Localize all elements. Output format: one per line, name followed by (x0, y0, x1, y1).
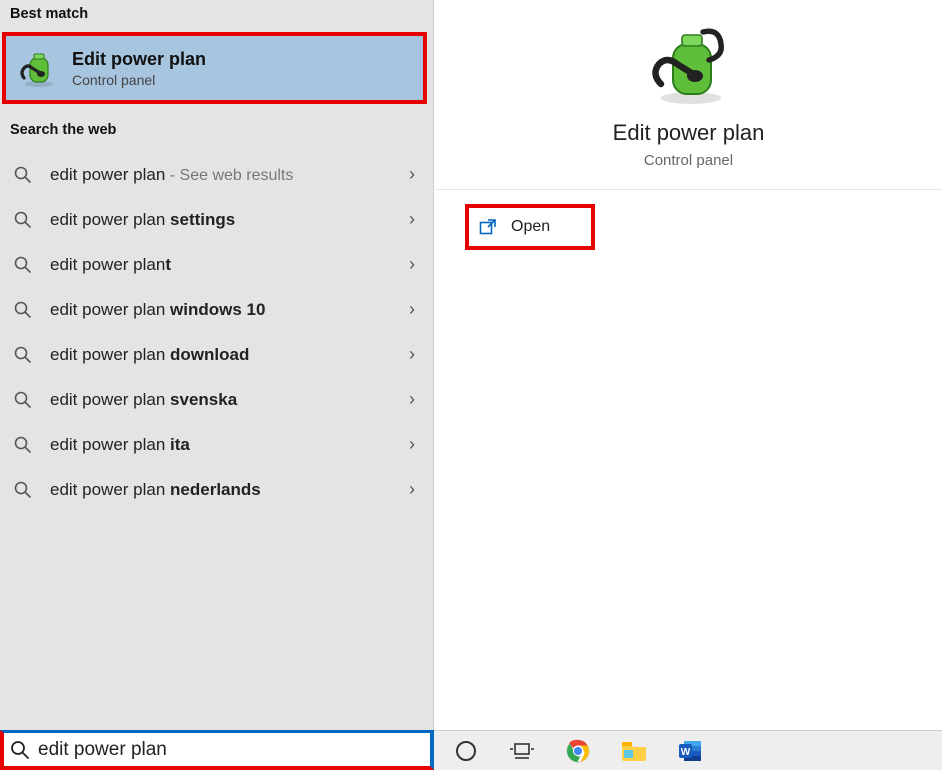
web-result-item[interactable]: edit power plan download› (0, 332, 433, 377)
web-result-label: edit power plan nederlands (50, 480, 405, 500)
preview-subtitle: Control panel (435, 152, 942, 169)
search-icon (14, 211, 32, 229)
chevron-right-icon: › (405, 434, 419, 455)
web-result-item[interactable]: edit power plant› (0, 242, 433, 287)
web-result-label: edit power plant (50, 255, 405, 275)
search-icon (14, 391, 32, 409)
chrome-button[interactable] (564, 737, 592, 765)
web-results-list: edit power plan - See web results›edit p… (0, 148, 433, 512)
battery-power-icon (18, 48, 58, 88)
best-match-result[interactable]: Edit power plan Control panel (2, 32, 427, 104)
search-icon (14, 481, 32, 499)
battery-power-icon (647, 22, 731, 106)
web-result-item[interactable]: edit power plan ita› (0, 422, 433, 467)
search-web-header: Search the web (0, 104, 433, 148)
best-match-text: Edit power plan Control panel (72, 49, 206, 88)
web-result-item[interactable]: edit power plan - See web results› (0, 152, 433, 197)
web-result-item[interactable]: edit power plan nederlands› (0, 467, 433, 512)
chevron-right-icon: › (405, 164, 419, 185)
open-external-icon (479, 218, 497, 236)
taskbar: W (434, 730, 942, 770)
svg-text:W: W (681, 747, 691, 758)
open-label: Open (511, 218, 550, 236)
best-match-subtitle: Control panel (72, 72, 206, 88)
search-input[interactable] (38, 739, 424, 761)
search-bar[interactable] (0, 730, 434, 770)
search-icon (10, 740, 30, 760)
web-result-label: edit power plan - See web results (50, 165, 405, 185)
file-explorer-button[interactable] (620, 737, 648, 765)
chevron-right-icon: › (405, 389, 419, 410)
preview-title: Edit power plan (435, 120, 942, 146)
search-icon (14, 436, 32, 454)
web-result-item[interactable]: edit power plan svenska› (0, 377, 433, 422)
web-result-item[interactable]: edit power plan settings› (0, 197, 433, 242)
search-icon (14, 256, 32, 274)
web-result-label: edit power plan ita (50, 435, 405, 455)
cortana-button[interactable] (452, 737, 480, 765)
web-result-label: edit power plan download (50, 345, 405, 365)
preview-header: Edit power plan Control panel (435, 0, 942, 190)
open-action[interactable]: Open (465, 204, 595, 250)
web-result-item[interactable]: edit power plan windows 10› (0, 287, 433, 332)
chevron-right-icon: › (405, 479, 419, 500)
search-icon (14, 301, 32, 319)
preview-pane: Edit power plan Control panel Open (435, 0, 942, 730)
web-result-label: edit power plan svenska (50, 390, 405, 410)
search-icon (14, 346, 32, 364)
chevron-right-icon: › (405, 209, 419, 230)
task-view-button[interactable] (508, 737, 536, 765)
best-match-header: Best match (0, 0, 433, 32)
chevron-right-icon: › (405, 254, 419, 275)
search-icon (14, 166, 32, 184)
web-result-label: edit power plan windows 10 (50, 300, 405, 320)
chevron-right-icon: › (405, 299, 419, 320)
search-results-pane: Best match Edit power plan Control panel… (0, 0, 434, 730)
word-button[interactable]: W (676, 737, 704, 765)
web-result-label: edit power plan settings (50, 210, 405, 230)
best-match-title: Edit power plan (72, 49, 206, 70)
chevron-right-icon: › (405, 344, 419, 365)
